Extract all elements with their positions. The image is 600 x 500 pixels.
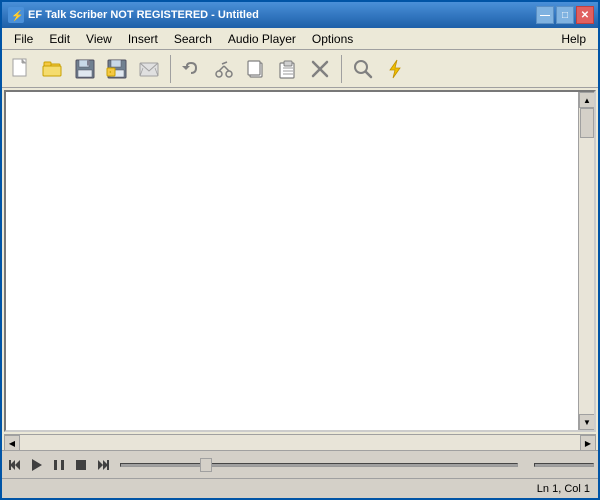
window-title: EF Talk Scriber NOT REGISTERED - Untitle… [28, 9, 259, 21]
audio-position-slider[interactable] [120, 463, 518, 467]
copy-button[interactable] [241, 54, 271, 84]
paste-icon [277, 58, 299, 80]
undo-icon [181, 58, 203, 80]
open-icon [42, 58, 64, 80]
close-button[interactable]: ✕ [576, 6, 594, 24]
minimize-button[interactable]: — [536, 6, 554, 24]
editor-area [6, 92, 578, 430]
delete-icon [309, 58, 331, 80]
audio-pause-button[interactable] [50, 456, 68, 474]
new-button[interactable] [6, 54, 36, 84]
title-bar: ⚡ EF Talk Scriber NOT REGISTERED - Untit… [2, 2, 598, 28]
scroll-track-v[interactable] [579, 108, 594, 414]
editor-input[interactable] [6, 92, 578, 430]
copy-icon [245, 58, 267, 80]
menu-help[interactable]: Help [553, 28, 594, 49]
search-icon [352, 58, 374, 80]
undo-button[interactable] [177, 54, 207, 84]
properties-button[interactable] [134, 54, 164, 84]
audio-player-bar [2, 450, 598, 478]
play-icon [30, 458, 44, 472]
save-button[interactable] [70, 54, 100, 84]
lightning-button[interactable] [380, 54, 410, 84]
save-as-icon [106, 58, 128, 80]
maximize-button[interactable]: □ [556, 6, 574, 24]
scroll-left-button[interactable]: ◀ [4, 435, 20, 451]
audio-volume-slider[interactable] [534, 463, 594, 467]
audio-position-thumb[interactable] [200, 458, 212, 472]
paste-button[interactable] [273, 54, 303, 84]
app-title-icon: ⚡ [8, 7, 24, 23]
find-button[interactable] [348, 54, 378, 84]
skip-start-icon [8, 458, 22, 472]
scroll-right-button[interactable]: ▶ [580, 435, 596, 451]
pause-icon [52, 458, 66, 472]
menu-search[interactable]: Search [166, 28, 220, 49]
open-button[interactable] [38, 54, 68, 84]
main-window: ⚡ EF Talk Scriber NOT REGISTERED - Untit… [0, 0, 600, 500]
save-icon [74, 58, 96, 80]
toolbar [2, 50, 598, 88]
scroll-down-button[interactable]: ▼ [579, 414, 595, 430]
stop-icon [74, 458, 88, 472]
audio-play-button[interactable] [28, 456, 46, 474]
menu-file[interactable]: File [6, 28, 41, 49]
audio-skip-start-button[interactable] [6, 456, 24, 474]
properties-icon [138, 58, 160, 80]
vertical-scrollbar: ▲ ▼ [578, 92, 594, 430]
menu-bar: File Edit View Insert Search Audio Playe… [2, 28, 598, 50]
audio-skip-end-button[interactable] [94, 456, 112, 474]
menu-insert[interactable]: Insert [120, 28, 166, 49]
title-bar-left: ⚡ EF Talk Scriber NOT REGISTERED - Untit… [8, 7, 259, 23]
title-buttons: — □ ✕ [536, 6, 594, 24]
menu-audio-player[interactable]: Audio Player [220, 28, 304, 49]
toolbar-sep-1 [170, 55, 171, 83]
toolbar-sep-2 [341, 55, 342, 83]
lightning-icon [384, 58, 406, 80]
svg-text:⚡: ⚡ [11, 9, 23, 22]
audio-stop-button[interactable] [72, 456, 90, 474]
menu-edit[interactable]: Edit [41, 28, 78, 49]
delete-button[interactable] [305, 54, 335, 84]
cut-button[interactable] [209, 54, 239, 84]
menu-options[interactable]: Options [304, 28, 361, 49]
scroll-track-h[interactable] [20, 435, 580, 450]
horizontal-scrollbar: ◀ ▶ [4, 434, 596, 450]
new-icon [10, 58, 32, 80]
editor-container: ▲ ▼ [4, 90, 596, 432]
audio-position-slider-container [116, 463, 522, 467]
status-text: Ln 1, Col 1 [537, 483, 590, 495]
cut-icon [213, 58, 235, 80]
scroll-thumb-v[interactable] [580, 108, 594, 138]
skip-end-icon [96, 458, 110, 472]
save-as-button[interactable] [102, 54, 132, 84]
scroll-up-button[interactable]: ▲ [579, 92, 595, 108]
status-bar: Ln 1, Col 1 [2, 478, 598, 498]
menu-view[interactable]: View [78, 28, 120, 49]
